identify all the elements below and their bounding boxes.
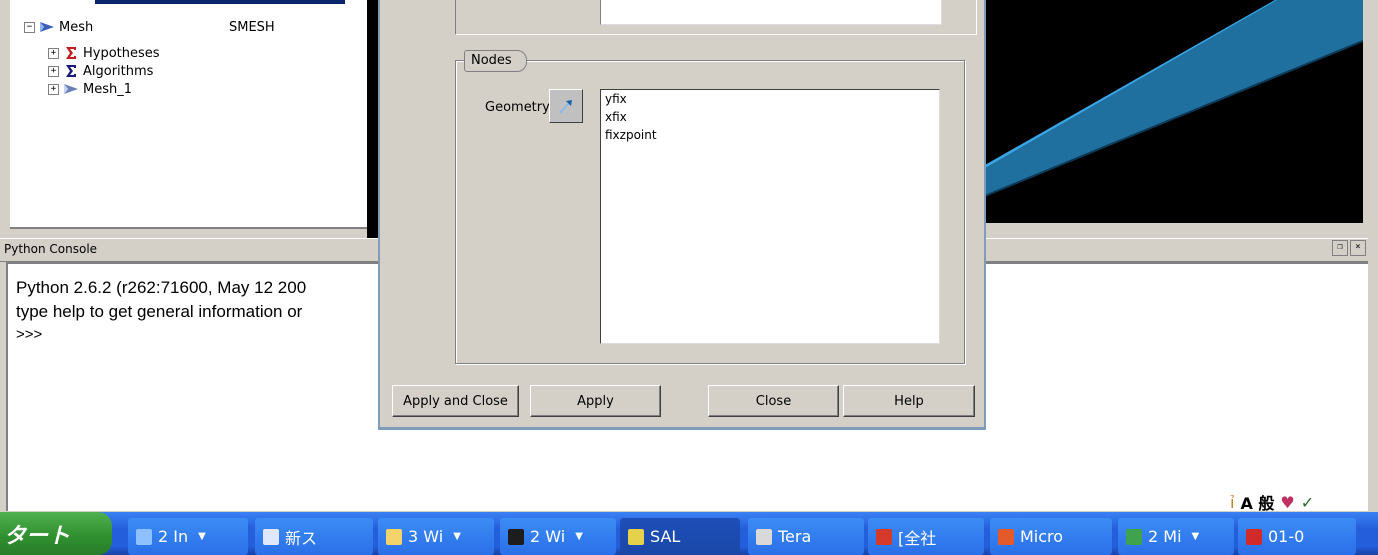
taskbar-button[interactable]: SAL bbox=[620, 518, 740, 555]
taskbar-button[interactable]: 3 Wi ▼ bbox=[378, 518, 494, 555]
ime-dictionary-icon[interactable]: ♥ bbox=[1280, 493, 1294, 512]
taskbar-button[interactable]: 2 In ▼ bbox=[128, 518, 248, 555]
geometry-label: Geometry bbox=[485, 100, 550, 115]
app-icon bbox=[386, 528, 402, 545]
tree-item-label: Algorithms bbox=[83, 63, 154, 79]
taskbar-button-label: 2 Wi bbox=[530, 527, 566, 546]
tree-item-mesh-1[interactable]: + Mesh_1 bbox=[48, 80, 132, 98]
mesh-object-icon bbox=[64, 84, 78, 94]
app-icon bbox=[508, 528, 524, 545]
console-title: Python Console bbox=[4, 242, 98, 256]
viewer-frame bbox=[1363, 0, 1378, 238]
list-item[interactable]: xfix bbox=[601, 108, 939, 126]
console-line: Python 2.6.2 (r262:71600, May 12 200 bbox=[16, 278, 307, 297]
taskbar-button[interactable]: 2 Wi ▼ bbox=[500, 518, 616, 555]
close-panel-icon[interactable]: × bbox=[1350, 240, 1366, 256]
list-item[interactable]: yfix bbox=[601, 90, 939, 108]
taskbar-button-label: 01-0 bbox=[1268, 527, 1305, 546]
create-group-dialog: Nodes Geometry yfix xfix fixzpoint Apply… bbox=[378, 0, 986, 430]
apply-and-close-button[interactable]: Apply and Close bbox=[392, 385, 519, 417]
apply-button[interactable]: Apply bbox=[530, 385, 661, 417]
tree-item-label: Hypotheses bbox=[83, 45, 160, 61]
ime-check-icon[interactable]: ✓ bbox=[1301, 493, 1314, 512]
mesh-geometry-view bbox=[985, 0, 1363, 223]
taskbar-button-label: Micro bbox=[1020, 527, 1064, 546]
sigma-icon bbox=[66, 47, 76, 59]
app-icon bbox=[998, 528, 1014, 545]
mesh-module-icon bbox=[40, 22, 54, 32]
group-arrow-icon: ▼ bbox=[198, 531, 206, 542]
taskbar-button-label: 新ス bbox=[285, 528, 318, 548]
sigma-icon bbox=[66, 65, 76, 77]
tree-item-label: Mesh bbox=[59, 19, 94, 35]
ime-status-area: ỉ A 般 ♥ ✓ bbox=[1230, 490, 1314, 514]
tree-item-label: Mesh_1 bbox=[83, 81, 132, 97]
geometry-select-button[interactable] bbox=[549, 89, 583, 123]
taskbar-button-label: 2 In bbox=[158, 527, 189, 546]
help-button[interactable]: Help bbox=[843, 385, 975, 417]
taskbar-button-label: [全社 bbox=[898, 528, 937, 548]
taskbar-button[interactable]: 01-0 bbox=[1238, 518, 1356, 555]
close-button[interactable]: Close bbox=[708, 385, 839, 417]
group-arrow-icon: ▼ bbox=[453, 531, 461, 542]
object-browser-tree: − Mesh SMESH + Hypotheses + Algorithms + bbox=[10, 0, 369, 229]
taskbar-button[interactable]: 新ス bbox=[255, 518, 373, 555]
app-icon bbox=[136, 528, 152, 545]
tree-item-mesh[interactable]: − Mesh SMESH bbox=[24, 18, 275, 36]
taskbar-button-label: 2 Mi bbox=[1148, 527, 1182, 546]
start-button[interactable]: タート bbox=[0, 512, 112, 555]
taskbar-button-label: 3 Wi bbox=[408, 527, 444, 546]
ime-indicator-icon[interactable]: ỉ bbox=[1230, 493, 1234, 512]
app-icon bbox=[263, 528, 279, 545]
app-icon bbox=[1246, 528, 1262, 545]
float-window-icon[interactable]: ❐ bbox=[1332, 240, 1348, 256]
taskbar-button[interactable]: [全社 bbox=[868, 518, 984, 555]
console-line: type help to get general information or bbox=[16, 302, 303, 321]
geometry-list[interactable]: yfix xfix fixzpoint bbox=[600, 89, 940, 344]
tree-item-hypotheses[interactable]: + Hypotheses bbox=[48, 44, 160, 62]
tree-item-entry: SMESH bbox=[229, 19, 275, 35]
taskbar-button-label: SAL bbox=[650, 527, 681, 546]
selection-arrow-icon bbox=[560, 100, 572, 113]
app-icon bbox=[1126, 528, 1142, 545]
group-arrow-icon: ▼ bbox=[1191, 531, 1200, 542]
taskbar-button[interactable]: 2 Mi ▼ bbox=[1118, 518, 1234, 555]
expand-icon[interactable]: + bbox=[48, 65, 59, 77]
ime-mode-label[interactable]: A 般 bbox=[1240, 490, 1274, 514]
group-arrow-icon: ▼ bbox=[575, 531, 583, 542]
object-browser: − Mesh SMESH + Hypotheses + Algorithms + bbox=[0, 0, 370, 238]
upper-listbox[interactable] bbox=[600, 0, 942, 25]
tree-item-algorithms[interactable]: + Algorithms bbox=[48, 62, 153, 80]
expand-icon[interactable]: + bbox=[48, 47, 59, 59]
console-window-buttons: ❐ × bbox=[1332, 240, 1366, 256]
expand-icon[interactable]: + bbox=[48, 83, 59, 95]
3d-viewer[interactable] bbox=[985, 0, 1363, 223]
collapse-icon[interactable]: − bbox=[24, 21, 35, 33]
nodes-tab-label: Nodes bbox=[464, 50, 527, 72]
app-icon bbox=[628, 528, 644, 545]
list-item[interactable]: fixzpoint bbox=[601, 126, 939, 144]
console-prompt: >>> bbox=[16, 326, 43, 343]
taskbar-button[interactable]: Micro bbox=[990, 518, 1112, 555]
app-icon bbox=[756, 528, 772, 545]
app-icon bbox=[876, 528, 892, 545]
selected-item-highlight bbox=[95, 0, 345, 4]
taskbar-button[interactable]: Tera bbox=[748, 518, 864, 555]
taskbar-button-label: Tera bbox=[778, 527, 812, 546]
